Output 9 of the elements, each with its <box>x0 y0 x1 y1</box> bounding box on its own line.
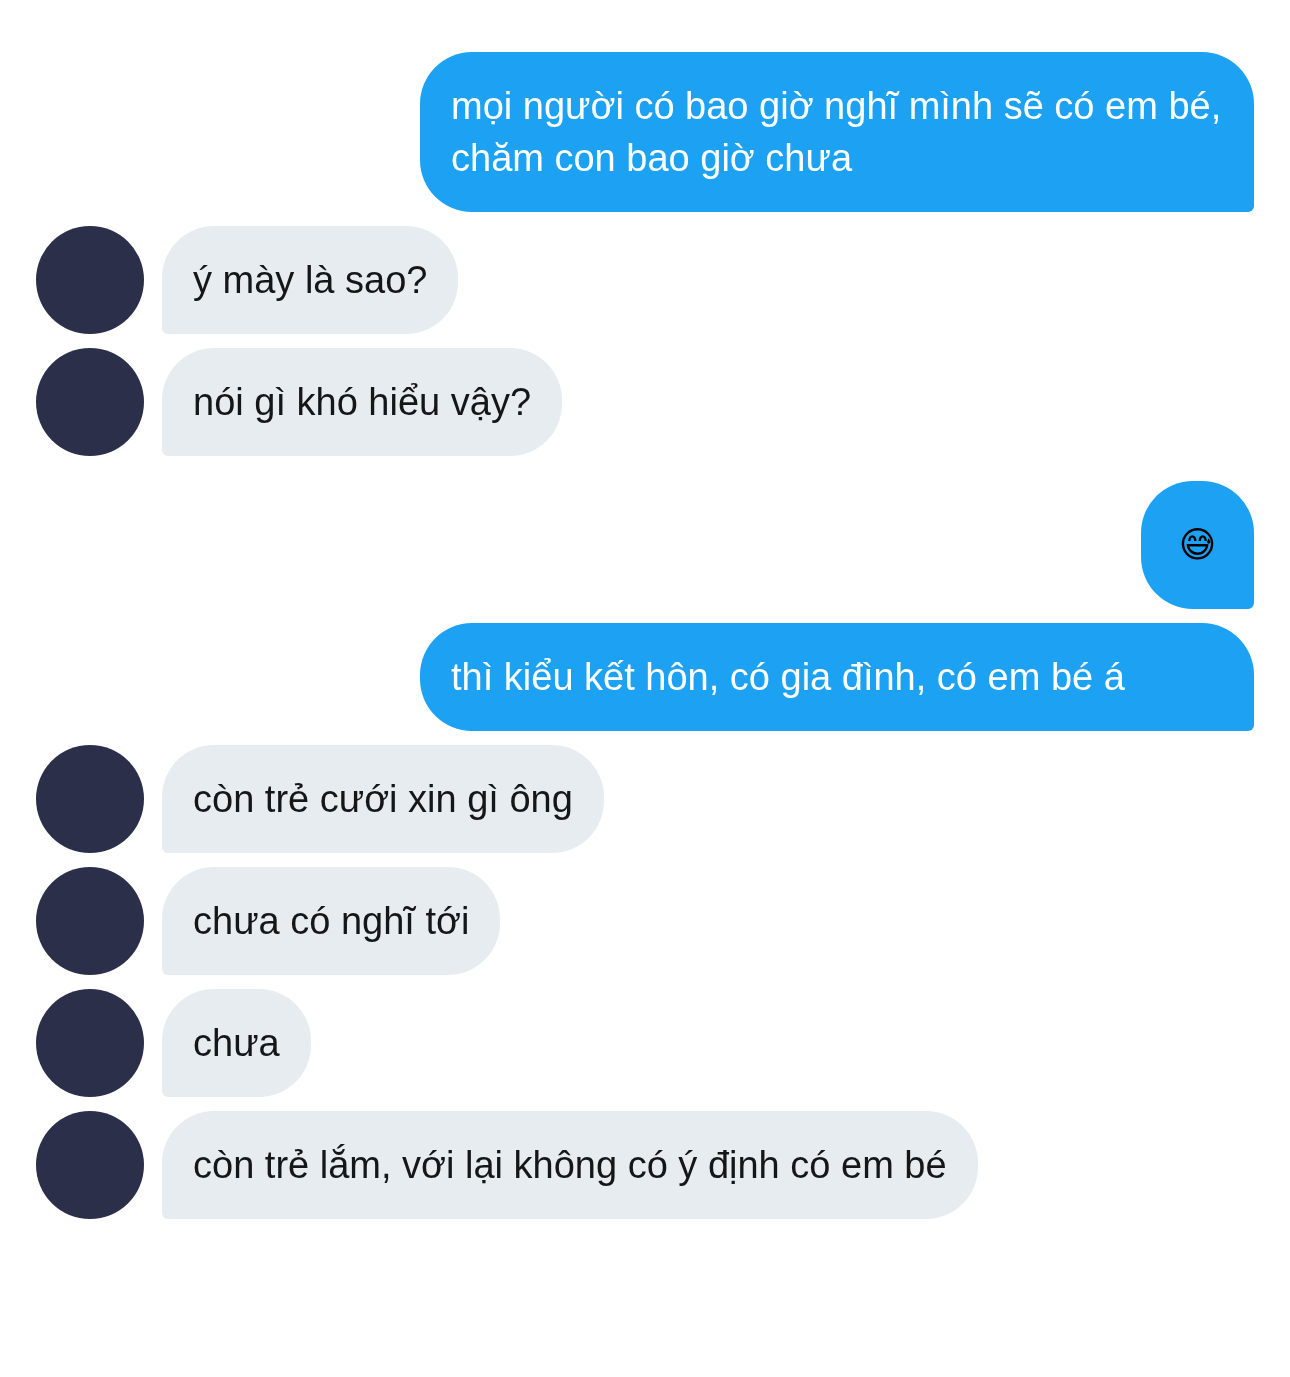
received-message-bubble: chưa có nghĩ tới <box>162 867 501 975</box>
received-message-bubble: nói gì khó hiểu vậy? <box>162 348 562 456</box>
sent-message-bubble: thì kiểu kết hôn, có gia đình, có em bé á <box>420 623 1254 731</box>
received-message-bubble: còn trẻ lắm, với lại không có ý định có em bé <box>162 1111 978 1219</box>
sent-emoji-bubble: 😅 <box>1141 481 1254 609</box>
sent-message-bubble: mọi người có bao giờ nghĩ mình sẽ có em bé, chăm con bao giờ chưa <box>420 52 1254 212</box>
received-message-bubble: chưa <box>162 989 311 1097</box>
received-message-bubble: còn trẻ cưới xin gì ông <box>162 745 604 853</box>
received-message-bubble: ý mày là sao? <box>162 226 459 334</box>
